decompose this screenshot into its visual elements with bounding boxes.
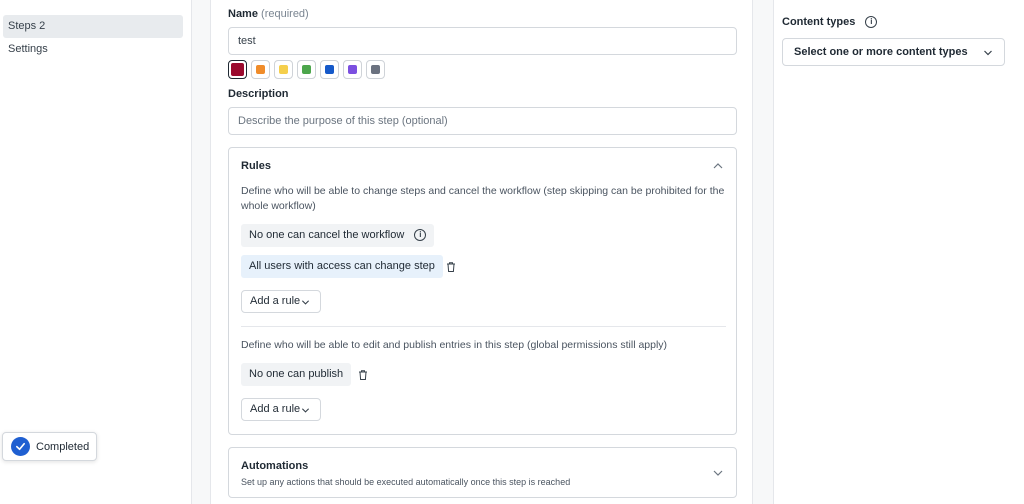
name-input[interactable]: test: [228, 27, 737, 55]
color-swatch-red[interactable]: [228, 60, 247, 79]
rules-divider: [241, 326, 726, 327]
automations-card[interactable]: Automations Set up any actions that shou…: [228, 447, 737, 498]
add-rule-label-2: Add a rule: [250, 403, 301, 415]
chevron-down-icon: [301, 300, 310, 305]
right-panel: Content types i Select one or more conten…: [773, 0, 1024, 504]
publish-intro: Define who will be able to edit and publ…: [241, 339, 668, 351]
color-swatch-orange[interactable]: [251, 60, 270, 79]
cancel-rule-chip: No one can cancel the workflow i: [241, 224, 435, 247]
sidebar: Steps 2 Settings Completed: [0, 0, 192, 504]
cancel-rule-label: No one can cancel the workflow: [249, 229, 405, 241]
publish-rule-chip: No one can publish: [241, 363, 352, 386]
change-step-rule-chip: All users with access can change step: [241, 255, 443, 278]
description-label: Description: [228, 88, 289, 100]
add-rule-button-2[interactable]: Add a rule: [241, 398, 321, 421]
check-circle-icon: [11, 437, 30, 456]
sidebar-item-settings[interactable]: Settings: [3, 38, 183, 61]
step-editor: Name (required) test Description Describ…: [210, 0, 753, 504]
chevron-up-icon[interactable]: [712, 160, 724, 172]
content-types-select[interactable]: Select one or more content types: [782, 38, 1005, 66]
description-input[interactable]: Describe the purpose of this step (optio…: [228, 107, 737, 135]
automations-title: Automations: [241, 460, 309, 472]
rules-intro: Define who will be able to change steps …: [241, 185, 725, 212]
name-label-text: Name: [228, 8, 258, 20]
color-picker: [228, 60, 389, 79]
toast-label: Completed: [36, 440, 90, 453]
rules-card: Rules Define who will be able to change …: [228, 147, 737, 435]
color-swatch-blue[interactable]: [320, 60, 339, 79]
color-swatch-yellow[interactable]: [274, 60, 293, 79]
name-label: Name (required): [228, 8, 309, 20]
color-swatch-purple[interactable]: [343, 60, 362, 79]
chevron-down-icon: [984, 50, 992, 56]
chevron-down-icon: [301, 408, 310, 413]
sidebar-item-steps[interactable]: Steps 2: [3, 15, 183, 38]
name-required-hint: (required): [261, 8, 309, 20]
chevron-down-icon[interactable]: [712, 467, 724, 479]
add-rule-button[interactable]: Add a rule: [241, 290, 321, 313]
info-icon[interactable]: i: [865, 16, 878, 29]
automations-subtitle: Set up any actions that should be execut…: [241, 477, 571, 487]
trash-icon[interactable]: [445, 261, 457, 273]
completed-toast: Completed: [2, 432, 97, 461]
rules-title: Rules: [241, 160, 271, 172]
info-icon[interactable]: i: [414, 229, 427, 242]
content-types-label: Content types i: [782, 16, 878, 29]
content-types-placeholder: Select one or more content types: [794, 46, 968, 58]
color-swatch-gray[interactable]: [366, 60, 385, 79]
trash-icon[interactable]: [357, 369, 369, 381]
content-types-label-text: Content types: [782, 16, 856, 28]
add-rule-label: Add a rule: [250, 295, 301, 307]
color-swatch-green[interactable]: [297, 60, 316, 79]
